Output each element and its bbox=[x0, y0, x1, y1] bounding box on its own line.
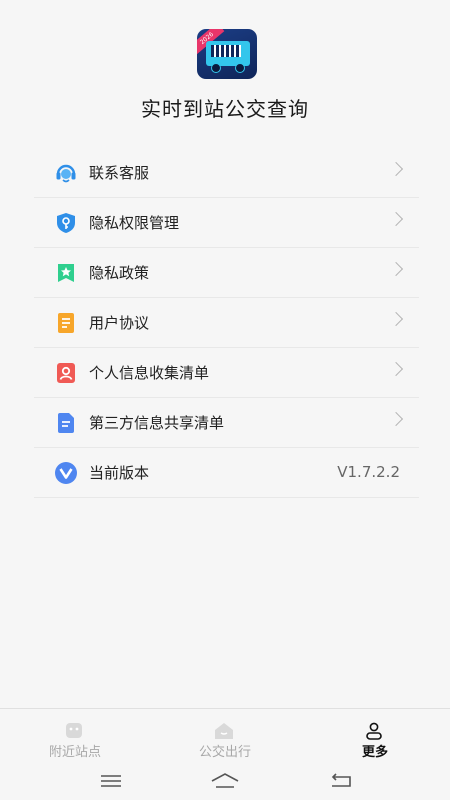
menu-item-label: 用户协议 bbox=[89, 314, 150, 332]
chevron-right-icon bbox=[388, 311, 404, 327]
person-icon bbox=[364, 722, 384, 740]
menu-item-label: 隐私政策 bbox=[89, 264, 150, 282]
menu-item-label: 第三方信息共享清单 bbox=[89, 414, 225, 432]
chevron-right-icon bbox=[388, 161, 404, 177]
version-number: V1.7.2.2 bbox=[337, 463, 400, 481]
settings-menu: 联系客服 隐私权限管理 隐私政策 用户协议 个人信息收集清单 第三方信息共享清单… bbox=[34, 148, 419, 498]
person-card-icon bbox=[54, 361, 78, 385]
document-icon bbox=[54, 311, 78, 335]
version-v-icon bbox=[54, 461, 78, 485]
menu-item-contact-service[interactable]: 联系客服 bbox=[34, 148, 419, 198]
app-title: 实时到站公交查询 bbox=[141, 97, 309, 121]
system-nav-bar bbox=[0, 764, 450, 800]
bookmark-star-icon bbox=[54, 261, 78, 285]
menu-item-label: 联系客服 bbox=[89, 164, 150, 182]
menu-item-privacy-policy[interactable]: 隐私政策 bbox=[34, 248, 419, 298]
menu-icon[interactable] bbox=[98, 772, 124, 790]
home-icon[interactable] bbox=[210, 772, 239, 790]
menu-item-label: 个人信息收集清单 bbox=[89, 364, 210, 382]
menu-item-label: 隐私权限管理 bbox=[89, 214, 180, 232]
chevron-right-icon bbox=[388, 361, 404, 377]
tab-label: 附近站点 bbox=[48, 745, 101, 760]
bus-icon bbox=[206, 41, 250, 66]
file-list-icon bbox=[54, 411, 78, 435]
headset-icon bbox=[54, 161, 78, 185]
wheel-icon bbox=[235, 63, 245, 73]
menu-item-current-version: 当前版本 V1.7.2.2 bbox=[34, 448, 419, 498]
menu-item-label: 当前版本 bbox=[89, 464, 150, 482]
tab-nearby-stops[interactable]: 附近站点 bbox=[0, 709, 150, 765]
app-logo: 2026 bbox=[197, 29, 257, 79]
page: 2026 实时到站公交查询 联系客服 隐私权限管理 隐私政策 用户协议 个人信息… bbox=[0, 0, 450, 800]
chevron-right-icon bbox=[388, 261, 404, 277]
tab-label: 更多 bbox=[361, 745, 388, 760]
chevron-right-icon bbox=[388, 411, 404, 427]
tab-more[interactable]: 更多 bbox=[300, 709, 450, 765]
menu-item-privacy-permissions[interactable]: 隐私权限管理 bbox=[34, 198, 419, 248]
nearby-stop-icon bbox=[64, 722, 84, 740]
shield-key-icon bbox=[54, 211, 78, 235]
tab-label: 公交出行 bbox=[198, 745, 251, 760]
qr-code-icon bbox=[211, 45, 241, 57]
tab-bus-travel[interactable]: 公交出行 bbox=[150, 709, 300, 765]
wheel-icon bbox=[211, 63, 221, 73]
menu-item-user-agreement[interactable]: 用户协议 bbox=[34, 298, 419, 348]
menu-item-third-party-sharing-list[interactable]: 第三方信息共享清单 bbox=[34, 398, 419, 448]
bus-travel-icon bbox=[214, 722, 234, 740]
back-icon[interactable] bbox=[328, 772, 354, 790]
menu-item-personal-info-list[interactable]: 个人信息收集清单 bbox=[34, 348, 419, 398]
bottom-tab-bar: 附近站点 公交出行 更多 bbox=[0, 708, 450, 765]
chevron-right-icon bbox=[388, 211, 404, 227]
